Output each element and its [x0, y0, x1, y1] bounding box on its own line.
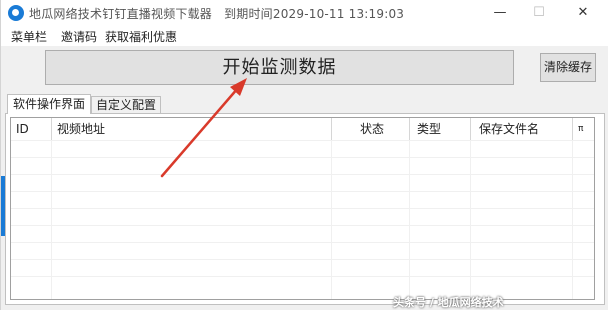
table-row[interactable] [11, 191, 594, 208]
table-row[interactable] [11, 157, 594, 174]
column-header-status[interactable]: 状态 [332, 118, 410, 140]
app-window: 地瓜网络技术钉钉直播视频下载器 到期时间2029-10-11 13:19:03 … [0, 0, 608, 310]
table-row[interactable] [11, 259, 594, 276]
column-divider [470, 140, 471, 299]
menu-bar: 菜单栏 邀请码 获取福利优惠 [1, 26, 608, 46]
column-header-type[interactable]: 类型 [410, 118, 471, 140]
close-icon[interactable]: ✕ [571, 3, 595, 23]
title-bar: 地瓜网络技术钉钉直播视频下载器 到期时间2029-10-11 13:19:03 … [1, 0, 608, 26]
column-divider [409, 140, 410, 299]
window-title: 地瓜网络技术钉钉直播视频下载器 到期时间2029-10-11 13:19:03 [29, 5, 404, 22]
table-row[interactable] [11, 208, 594, 225]
column-divider [331, 140, 332, 299]
table-row[interactable] [11, 276, 594, 293]
minimize-icon[interactable]: — [488, 3, 512, 23]
column-header-more[interactable]: π [573, 118, 594, 140]
tab-custom-config[interactable]: 自定义配置 [91, 96, 161, 114]
column-divider [51, 140, 52, 299]
expiry-time: 到期时间2029-10-11 13:19:03 [224, 7, 405, 21]
table-row[interactable] [11, 242, 594, 259]
video-table: ID 视频地址 状态 类型 保存文件名 π [10, 117, 595, 300]
app-logo-icon [8, 5, 24, 21]
app-name: 地瓜网络技术钉钉直播视频下载器 [29, 7, 213, 21]
table-header: ID 视频地址 状态 类型 保存文件名 π [11, 118, 594, 140]
table-row[interactable] [11, 140, 594, 157]
maximize-icon[interactable]: ☐ [527, 3, 551, 23]
watermark-text: 头条号 / 地瓜网络技术 [393, 296, 504, 309]
column-header-id[interactable]: ID [11, 118, 52, 140]
tab-software-operation[interactable]: 软件操作界面 [7, 94, 91, 114]
menu-item-get-benefits[interactable]: 获取福利优惠 [105, 28, 177, 45]
start-monitoring-button[interactable]: 开始监测数据 [45, 50, 514, 85]
menu-item-menubar[interactable]: 菜单栏 [11, 28, 47, 45]
column-header-video-url[interactable]: 视频地址 [52, 118, 332, 140]
column-divider [572, 140, 573, 299]
column-header-save-filename[interactable]: 保存文件名 [471, 118, 573, 140]
table-row[interactable] [11, 225, 594, 242]
menu-item-invite-code[interactable]: 邀请码 [61, 28, 97, 45]
clear-cache-button[interactable]: 清除缓存 [540, 53, 596, 82]
left-edge-strip [1, 176, 5, 236]
table-row[interactable] [11, 174, 594, 191]
